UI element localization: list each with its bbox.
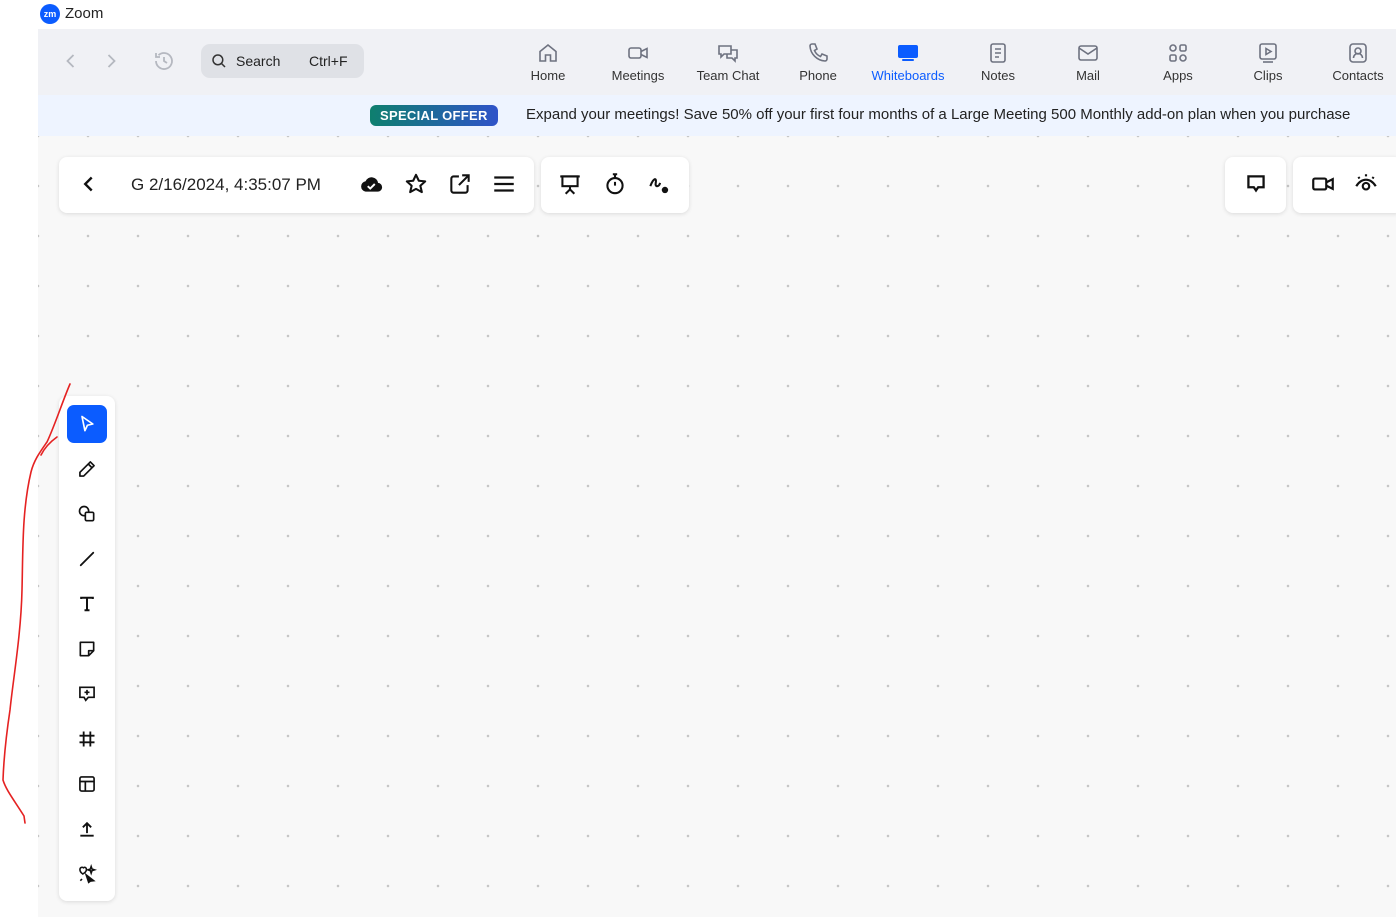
back-icon[interactable] [76, 171, 102, 197]
laser-pointer-icon[interactable] [646, 171, 672, 197]
back-arrow-icon[interactable] [59, 49, 83, 73]
tab-label: Home [530, 68, 566, 83]
special-offer-badge: SPECIAL OFFER [370, 105, 498, 126]
comments-toolbar [1225, 157, 1286, 213]
title-bar: zm Zoom [0, 0, 1396, 29]
cursor-icon [81, 415, 94, 432]
timer-icon[interactable] [602, 171, 628, 197]
whiteboard-icon [896, 41, 920, 65]
history-icon[interactable] [152, 49, 176, 73]
search-label: Search [236, 53, 281, 69]
apps-icon [1166, 41, 1190, 65]
shapes-icon [78, 505, 95, 522]
line-icon [79, 551, 95, 567]
templates-icon [79, 776, 95, 792]
chat-icon [716, 41, 740, 65]
cloud-saved-icon[interactable] [358, 171, 384, 197]
search-icon [210, 52, 228, 70]
tab-whiteboards[interactable]: Whiteboards [868, 41, 948, 87]
tab-apps[interactable]: Apps [1138, 41, 1218, 87]
whiteboard-canvas[interactable]: G 2/16/2024, 4:35:07 PM [38, 136, 1396, 917]
sparkle-heart-icon [79, 864, 97, 884]
tab-label: Team Chat [696, 68, 760, 83]
menu-icon[interactable] [491, 171, 517, 197]
present-toolbar [541, 157, 689, 213]
star-icon[interactable] [403, 171, 429, 197]
tab-mail[interactable]: Mail [1048, 41, 1128, 87]
ai-assist-tool[interactable] [67, 855, 107, 893]
clips-icon [1256, 41, 1280, 65]
contacts-icon [1346, 41, 1370, 65]
search-shortcut: Ctrl+F [309, 53, 348, 69]
tab-label: Meetings [611, 68, 665, 83]
notes-icon [986, 41, 1010, 65]
tab-phone[interactable]: Phone [778, 41, 858, 87]
board-title[interactable]: G 2/16/2024, 4:35:07 PM [131, 175, 321, 195]
add-comment-icon [79, 686, 95, 702]
upload-icon [80, 821, 94, 837]
tab-label: Contacts [1332, 68, 1384, 83]
app-title: Zoom [65, 5, 104, 22]
phone-icon [806, 41, 830, 65]
tab-label: Phone [799, 68, 837, 83]
video-icon [626, 41, 650, 65]
pencil-icon [79, 461, 95, 477]
forward-arrow-icon[interactable] [99, 49, 123, 73]
tab-contacts[interactable]: Contacts [1318, 41, 1396, 87]
tab-label: Notes [981, 68, 1015, 83]
offer-banner[interactable]: SPECIAL OFFER Expand your meetings! Save… [38, 95, 1396, 136]
mail-icon [1076, 41, 1100, 65]
search-box[interactable]: Search Ctrl+F [201, 44, 364, 78]
tab-clips[interactable]: Clips [1228, 41, 1308, 87]
text-icon [80, 596, 94, 612]
share-external-icon[interactable] [447, 171, 473, 197]
tab-label: Apps [1163, 68, 1193, 83]
sticky-note-icon [79, 641, 95, 657]
home-icon [536, 41, 560, 65]
follow-view-icon[interactable] [1353, 171, 1379, 197]
present-icon[interactable] [557, 171, 583, 197]
red-annotation-stroke [2, 383, 71, 824]
zoom-logo-icon: zm [40, 4, 60, 24]
tab-home[interactable]: Home [508, 41, 588, 87]
tab-label: Clips [1253, 68, 1283, 83]
tab-notes[interactable]: Notes [958, 41, 1038, 87]
offer-text: Expand your meetings! Save 50% off your … [526, 106, 1351, 123]
tab-label: Mail [1076, 68, 1100, 83]
meeting-toolbar [1293, 157, 1396, 213]
tab-meetings[interactable]: Meetings [598, 41, 678, 87]
comment-icon[interactable] [1243, 171, 1269, 197]
tab-team-chat[interactable]: Team Chat [688, 41, 768, 87]
board-title-toolbar: G 2/16/2024, 4:35:07 PM [59, 157, 534, 213]
tab-label: Whiteboards [871, 68, 945, 83]
frame-icon [79, 731, 95, 747]
start-meeting-icon[interactable] [1310, 171, 1336, 197]
top-nav-bar: Search Ctrl+F Home Meetings Team Chat Ph… [38, 29, 1396, 95]
